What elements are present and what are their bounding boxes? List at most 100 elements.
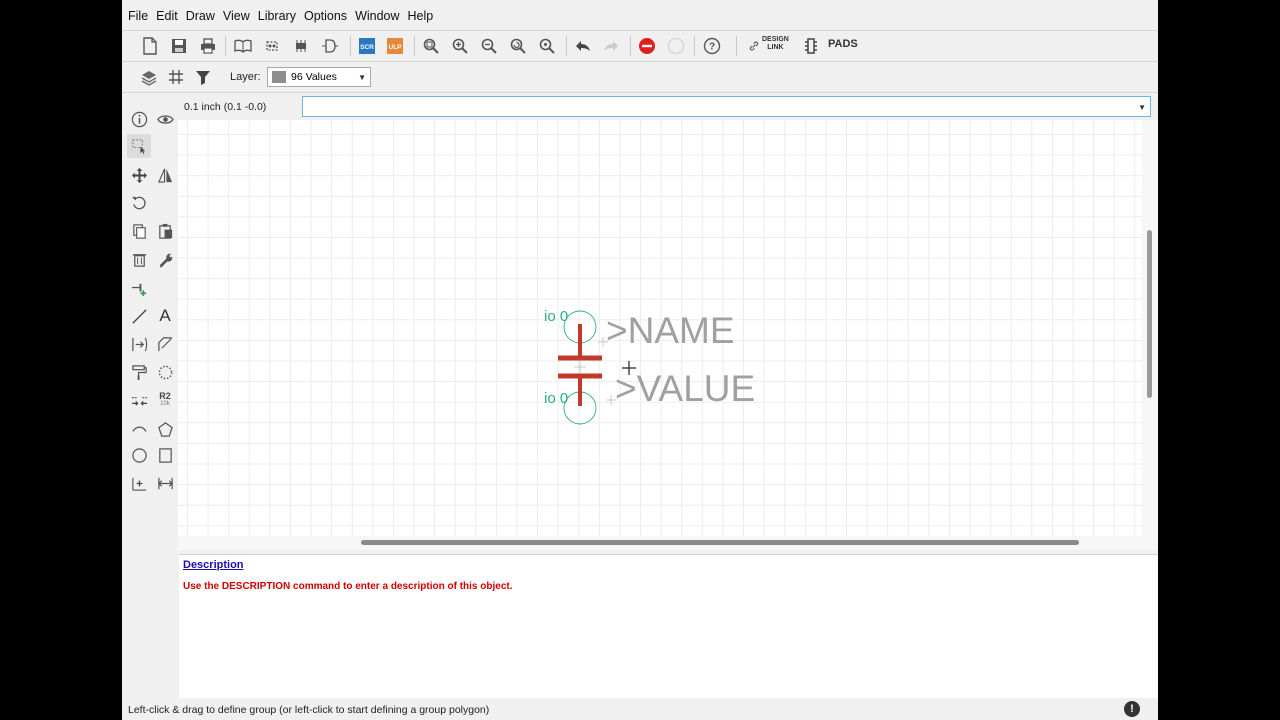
design-link-label[interactable]: DESIGN LINK <box>762 36 789 52</box>
menu-file[interactable]: File <box>122 9 152 23</box>
pads-label[interactable]: PADS <box>828 38 858 50</box>
info-icon <box>131 111 147 127</box>
divider <box>122 30 1158 31</box>
open-library-button[interactable] <box>231 34 255 58</box>
rectangle-tool[interactable] <box>153 443 177 467</box>
zoom-in-button[interactable] <box>448 34 472 58</box>
pin-label-top: io 0 <box>544 308 568 325</box>
horizontal-scrollbar[interactable] <box>178 536 1143 550</box>
menu-library[interactable]: Library <box>254 9 300 23</box>
filter-button[interactable] <box>191 65 215 89</box>
status-message: Left-click & drag to define group (or le… <box>128 704 490 716</box>
rotate-icon <box>131 196 146 209</box>
dotted-circle-icon <box>158 365 172 379</box>
mark-tool[interactable] <box>127 471 151 495</box>
menu-bar: File Edit Draw View Library Options Wind… <box>122 4 437 28</box>
layer-selected-value: 96 Values <box>291 71 337 83</box>
command-input[interactable]: ▼ <box>302 96 1151 117</box>
group-tool[interactable] <box>127 134 151 158</box>
paste-icon <box>158 223 172 239</box>
help-icon: ? <box>703 37 721 55</box>
smash-tool[interactable] <box>127 360 151 384</box>
print-icon <box>201 38 215 54</box>
drawing-canvas[interactable]: io 0 io 0 >NAME >VALUE <box>178 120 1143 536</box>
new-file-button[interactable] <box>138 34 162 58</box>
zoom-fit-button[interactable] <box>419 34 443 58</box>
delete-tool[interactable] <box>127 247 151 271</box>
move-tool[interactable] <box>127 163 151 187</box>
toolbar-separator <box>414 36 415 56</box>
text-tool[interactable]: A <box>153 304 177 328</box>
rotate-tool[interactable] <box>127 190 151 214</box>
package-button[interactable] <box>260 34 284 58</box>
split-tool[interactable] <box>127 388 151 412</box>
value-tool[interactable]: R2 10k <box>153 388 177 412</box>
mirror-tool[interactable] <box>153 163 177 187</box>
name-placeholder-text[interactable]: >NAME <box>606 310 735 351</box>
line-tool[interactable] <box>127 304 151 328</box>
change-tool[interactable] <box>153 247 177 271</box>
description-panel: Description Use the DESCRIPTION command … <box>179 554 1158 698</box>
stop-button[interactable] <box>635 34 659 58</box>
undo-button[interactable] <box>571 34 595 58</box>
arc-tool[interactable] <box>127 417 151 441</box>
toolbar-separator <box>566 36 567 56</box>
circle-icon <box>131 447 147 463</box>
zoom-out-icon <box>481 38 497 54</box>
line-icon <box>131 308 147 324</box>
copy-tool[interactable] <box>127 219 151 243</box>
polygon-tool[interactable] <box>153 417 177 441</box>
coordinate-readout: 0.1 inch (0.1 -0.0) <box>184 101 267 113</box>
polygon-dots-tool[interactable] <box>153 360 177 384</box>
new-file-icon <box>143 37 157 55</box>
ulp-button[interactable]: ULP <box>383 34 407 58</box>
zoom-out-button[interactable] <box>477 34 501 58</box>
warning-icon[interactable]: ! <box>1124 701 1140 717</box>
layers-icon <box>141 71 157 86</box>
circle-tool[interactable] <box>127 443 151 467</box>
menu-options[interactable]: Options <box>300 9 351 23</box>
mark-icon <box>131 477 146 491</box>
pin-tool[interactable] <box>127 332 151 356</box>
footprint-button[interactable] <box>289 34 313 58</box>
layer-settings-button[interactable] <box>137 65 161 89</box>
horizontal-scrollbar-thumb[interactable] <box>361 540 1079 545</box>
go-button[interactable] <box>664 34 688 58</box>
redo-button[interactable] <box>599 34 623 58</box>
status-bar: Left-click & drag to define group (or le… <box>122 700 1158 720</box>
menu-edit[interactable]: Edit <box>152 9 182 23</box>
menu-view[interactable]: View <box>219 9 254 23</box>
layer-select[interactable]: 96 Values ▼ <box>267 67 371 87</box>
script-button[interactable]: SCR <box>355 34 379 58</box>
description-text: Use the DESCRIPTION command to enter a d… <box>183 581 513 592</box>
chevron-down-icon[interactable]: ▼ <box>1138 103 1146 112</box>
zoom-select-button[interactable] <box>535 34 559 58</box>
vertical-scrollbar[interactable] <box>1142 120 1158 550</box>
r2-sub-label: 10k <box>160 401 170 407</box>
value-placeholder-text[interactable]: >VALUE <box>615 368 755 409</box>
symbol-drawing: io 0 io 0 >NAME >VALUE <box>544 308 755 425</box>
help-button[interactable]: ? <box>700 34 724 58</box>
add-pin-tool[interactable] <box>127 276 151 300</box>
layer-color-swatch <box>272 71 286 83</box>
grid-icon <box>169 70 183 84</box>
save-button[interactable] <box>167 34 191 58</box>
pin-icon <box>131 337 147 351</box>
menu-help[interactable]: Help <box>404 9 438 23</box>
info-tool[interactable] <box>127 107 151 131</box>
miter-tool[interactable] <box>153 332 177 356</box>
print-button[interactable] <box>196 34 220 58</box>
dimension-tool[interactable] <box>153 471 177 495</box>
paste-tool[interactable] <box>153 219 177 243</box>
design-link-button[interactable] <box>746 34 762 58</box>
show-tool[interactable] <box>153 107 177 131</box>
symbol-button[interactable] <box>318 34 342 58</box>
description-link[interactable]: Description <box>183 559 244 571</box>
menu-window[interactable]: Window <box>351 9 403 23</box>
pads-icon-button[interactable] <box>802 34 820 58</box>
grid-button[interactable] <box>164 65 188 89</box>
menu-draw[interactable]: Draw <box>182 9 219 23</box>
zoom-redraw-button[interactable] <box>506 34 530 58</box>
zoom-select-icon <box>539 38 555 54</box>
vertical-scrollbar-thumb[interactable] <box>1147 230 1152 398</box>
